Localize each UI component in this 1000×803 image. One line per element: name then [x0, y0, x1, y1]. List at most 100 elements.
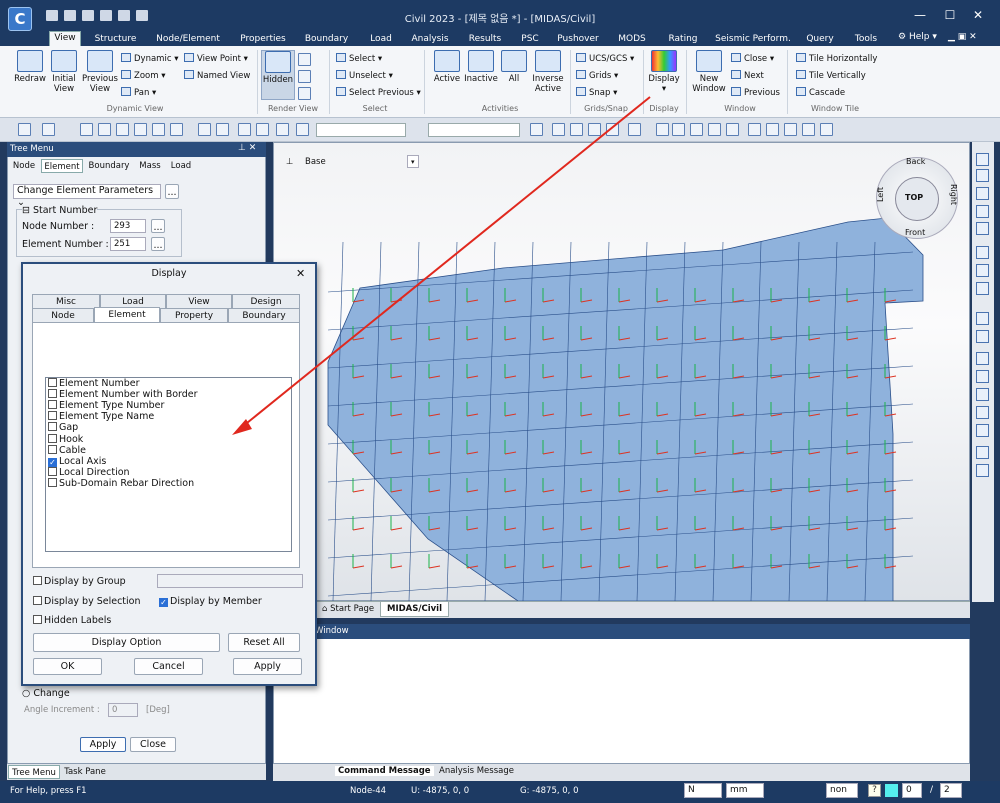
dialog-tab-element[interactable]: Element: [94, 307, 160, 322]
nav-right-label[interactable]: Right: [949, 184, 958, 205]
display-option-button[interactable]: Display Option: [33, 633, 220, 652]
view-tool-icon[interactable]: [976, 352, 989, 365]
display-item-element-number-with-border[interactable]: Element Number with Border: [48, 389, 198, 400]
toolbar-tool-icon[interactable]: [18, 123, 31, 136]
status-non-combo[interactable]: non: [826, 783, 858, 798]
dialog-tab-design[interactable]: Design: [232, 294, 300, 308]
analysis-message-tab[interactable]: Analysis Message: [436, 766, 517, 776]
display-item-hook[interactable]: Hook: [48, 433, 83, 445]
named-view-button[interactable]: Named View: [184, 70, 250, 81]
active-button[interactable]: Active: [430, 50, 464, 84]
tree-tab-load[interactable]: Load: [167, 159, 195, 173]
view-tool-icon[interactable]: [976, 153, 989, 166]
view-tool-icon[interactable]: [976, 264, 989, 277]
view-tool-icon[interactable]: [976, 205, 989, 218]
dialog-tab-boundary[interactable]: Boundary: [228, 308, 300, 322]
angle-increment-field[interactable]: 0: [108, 703, 138, 717]
ribbon-tab-structure[interactable]: Structure: [88, 33, 143, 46]
reset-all-button[interactable]: Reset All: [228, 633, 300, 652]
shading-icon[interactable]: [298, 70, 311, 83]
dialog-tab-misc[interactable]: Misc: [32, 294, 100, 308]
previous-window-button[interactable]: Previous: [731, 87, 780, 98]
toolbar-tool-icon[interactable]: [690, 123, 703, 136]
node-number-field[interactable]: 293: [110, 219, 146, 233]
toolbar-tool-icon[interactable]: [802, 123, 815, 136]
snap-button[interactable]: Snap ▾: [576, 87, 617, 98]
toolbar-tool-icon[interactable]: [134, 123, 147, 136]
status-color-swatch[interactable]: [885, 784, 898, 797]
nav-front-label[interactable]: Front: [905, 228, 925, 237]
dialog-close-icon[interactable]: ✕: [296, 267, 305, 280]
redraw-button[interactable]: Redraw: [14, 50, 46, 84]
dialog-tab-view[interactable]: View: [166, 294, 232, 308]
view-tool-icon[interactable]: [976, 282, 989, 295]
hidden-labels-checkbox[interactable]: Hidden Labels: [33, 615, 111, 626]
select-previous-button[interactable]: Select Previous ▾: [336, 87, 421, 98]
toolbar-tool-icon[interactable]: [116, 123, 129, 136]
new-window-button[interactable]: New Window: [690, 50, 728, 94]
zoom-button[interactable]: Zoom ▾: [121, 70, 165, 81]
ribbon-tab-node-element[interactable]: Node/Element: [148, 33, 228, 46]
tree-tab-element[interactable]: Element: [41, 159, 83, 173]
toolbar-tool-icon[interactable]: [708, 123, 721, 136]
nav-back-label[interactable]: Back: [906, 157, 925, 166]
view-tool-icon[interactable]: [976, 222, 989, 235]
tree-tab-mass[interactable]: Mass: [135, 159, 165, 173]
toolbar-tool-icon[interactable]: [726, 123, 739, 136]
tree-tab-boundary[interactable]: Boundary: [85, 159, 133, 173]
toolbar-tool-icon[interactable]: [588, 123, 601, 136]
toolbar-tool-icon[interactable]: [606, 123, 619, 136]
next-window-button[interactable]: Next: [731, 70, 764, 81]
display-item-element-type-name[interactable]: Element Type Name: [48, 411, 154, 422]
toolbar-tool-icon[interactable]: [784, 123, 797, 136]
midas-civil-tab[interactable]: MIDAS/Civil: [380, 601, 450, 617]
help-menu[interactable]: ⚙ Help ▾: [898, 32, 937, 42]
status-zero-field[interactable]: 0: [902, 783, 922, 798]
toolbar-tool-icon[interactable]: [766, 123, 779, 136]
mdi-controls[interactable]: ▁ ▣ ✕: [948, 32, 977, 42]
ribbon-tab-query[interactable]: Query: [803, 33, 837, 46]
toolbar-tool-icon[interactable]: [530, 123, 543, 136]
dialog-tab-property[interactable]: Property: [160, 308, 228, 322]
tile-horizontally-button[interactable]: Tile Horizontally: [796, 53, 877, 64]
function-more-button[interactable]: ...: [165, 184, 179, 199]
tree-apply-button[interactable]: Apply: [80, 737, 126, 752]
tree-tab-node[interactable]: Node: [9, 159, 39, 173]
ribbon-tab-rating[interactable]: Rating: [660, 33, 706, 46]
view-tool-icon[interactable]: [976, 187, 989, 200]
nav-top-label[interactable]: TOP: [905, 193, 923, 202]
view-tool-icon[interactable]: [976, 169, 989, 182]
view-tool-icon[interactable]: [976, 424, 989, 437]
view-tool-icon[interactable]: [976, 406, 989, 419]
toolbar-tool-icon[interactable]: [656, 123, 669, 136]
ribbon-tab-mods[interactable]: MODS: [612, 33, 652, 46]
toolbar-tool-icon[interactable]: [628, 123, 641, 136]
ribbon-tab-boundary[interactable]: Boundary: [299, 33, 354, 46]
panel-pin-close-icon[interactable]: ⊥ ✕: [238, 143, 256, 153]
ribbon-tab-psc[interactable]: PSC: [514, 33, 546, 46]
initial-view-button[interactable]: Initial View: [48, 50, 80, 94]
render-option-icon[interactable]: [298, 53, 311, 66]
status-help-icon[interactable]: ?: [868, 784, 881, 797]
toolbar-tool-icon[interactable]: [42, 123, 55, 136]
ribbon-tab-load[interactable]: Load: [364, 33, 398, 46]
unselect-button[interactable]: Unselect ▾: [336, 70, 393, 81]
toolbar-tool-icon[interactable]: [216, 123, 229, 136]
dialog-tab-load[interactable]: Load: [100, 294, 166, 308]
select-mode-combo[interactable]: [428, 123, 520, 137]
select-button[interactable]: Select ▾: [336, 53, 382, 64]
start-page-tab[interactable]: ⌂ Start Page: [318, 602, 378, 616]
ribbon-tab-analysis[interactable]: Analysis: [407, 33, 453, 46]
toolbar-tool-icon[interactable]: [570, 123, 583, 136]
change-radio[interactable]: ○ Change: [22, 688, 70, 699]
toolbar-tool-icon[interactable]: [198, 123, 211, 136]
group-dropdown[interactable]: [157, 574, 303, 588]
close-window-button[interactable]: Close ▾: [731, 53, 774, 64]
view-tool-icon[interactable]: [976, 388, 989, 401]
element-number-more-button[interactable]: ...: [151, 237, 165, 251]
display-item-local-axis[interactable]: ✓ Local Axis: [48, 456, 106, 467]
minimize-icon[interactable]: —: [910, 8, 930, 22]
element-number-field[interactable]: 251: [110, 237, 146, 251]
status-page-field[interactable]: 2: [940, 783, 962, 798]
toolbar-tool-icon[interactable]: [820, 123, 833, 136]
